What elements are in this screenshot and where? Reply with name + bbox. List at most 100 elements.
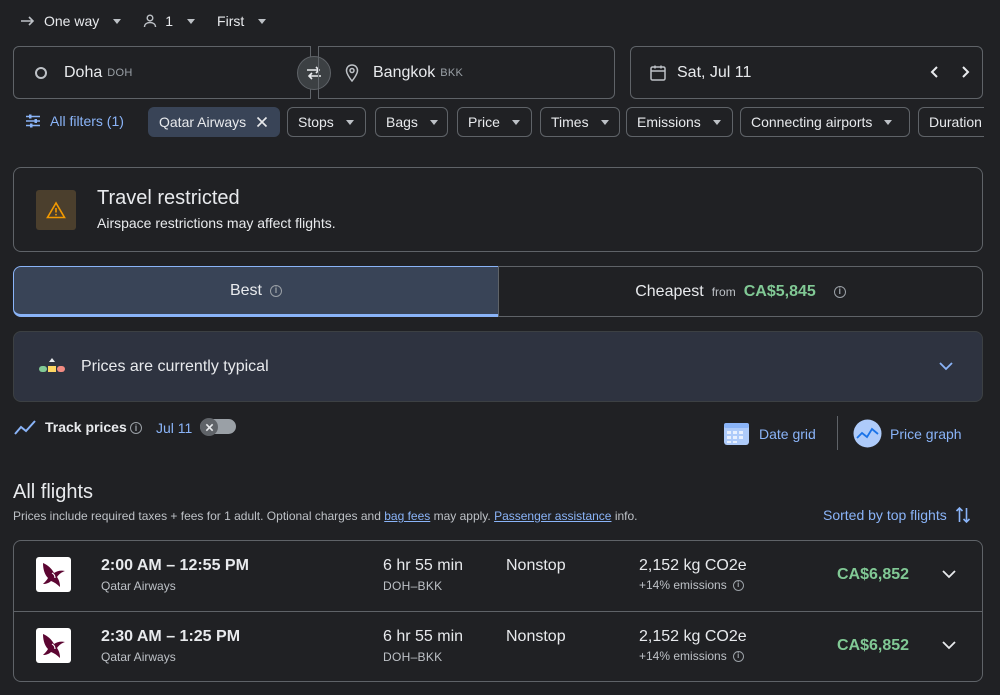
- tab-best[interactable]: Best i: [13, 266, 499, 317]
- warning-icon: [46, 201, 66, 219]
- flight-price: CA$6,852: [837, 637, 910, 654]
- chip-label: Bags: [386, 114, 418, 130]
- chip-times[interactable]: Times: [540, 107, 620, 137]
- chip-label: Price: [468, 114, 500, 130]
- date-grid-button[interactable]: Date grid: [723, 420, 816, 447]
- chip-stops[interactable]: Stops: [287, 107, 366, 137]
- flight-airline: Qatar Airways: [101, 579, 176, 593]
- price-graph-icon: [853, 419, 882, 448]
- flight-times: 2:00 AM – 12:55 PM: [101, 557, 249, 574]
- chip-label: Emissions: [637, 114, 701, 130]
- flight-row[interactable]: 2:30 AM – 1:25 PM Qatar Airways 6 hr 55 …: [14, 611, 982, 681]
- emissions-label: +14% emissions: [639, 649, 727, 663]
- departure-date: Sat, Jul 11: [677, 63, 752, 81]
- emissions-label: +14% emissions: [639, 578, 727, 592]
- chevron-down-icon: [258, 18, 267, 24]
- price-disclaimer: Prices include required taxes + fees for…: [13, 509, 638, 523]
- chevron-down-icon: [941, 568, 957, 580]
- chevron-down-icon: [712, 119, 721, 125]
- flight-co2: 2,152 kg CO2e: [639, 557, 747, 574]
- track-prices-toggle[interactable]: [200, 418, 236, 436]
- tab-cheapest-price: CA$5,845: [743, 282, 816, 300]
- info-icon[interactable]: i: [732, 650, 744, 662]
- chevron-down-icon: [941, 639, 957, 651]
- next-date-button[interactable]: [955, 62, 975, 82]
- chip-duration[interactable]: Duration: [918, 107, 984, 137]
- airline-logo: [36, 557, 71, 592]
- trip-type-select[interactable]: One way: [20, 13, 122, 29]
- chevron-down-icon: [113, 18, 122, 24]
- airline-logo: [36, 628, 71, 663]
- flight-airline: Qatar Airways: [101, 650, 176, 664]
- chip-label: Times: [551, 114, 589, 130]
- flight-route: DOH–BKK: [383, 650, 443, 664]
- flight-route: DOH–BKK: [383, 579, 443, 593]
- disclaimer-prefix: Prices include required taxes + fees for…: [13, 509, 385, 523]
- chip-emissions[interactable]: Emissions: [626, 107, 733, 137]
- chip-bags[interactable]: Bags: [375, 107, 448, 137]
- warning-icon-box: [36, 190, 76, 230]
- info-icon[interactable]: i: [833, 285, 846, 298]
- flight-duration: 6 hr 55 min: [383, 557, 464, 574]
- info-icon[interactable]: i: [130, 422, 142, 434]
- close-icon[interactable]: [256, 116, 268, 128]
- all-flights-title: All flights: [13, 481, 94, 503]
- origin-code: DOH: [107, 66, 133, 79]
- close-icon: [205, 423, 214, 432]
- flight-row[interactable]: 2:00 AM – 12:55 PM Qatar Airways 6 hr 55…: [14, 541, 982, 611]
- toggle-knob: [200, 418, 218, 436]
- date-grid-icon: [723, 420, 750, 447]
- date-grid-label: Date grid: [759, 425, 816, 442]
- trip-options-bar: One way 1 First: [20, 10, 267, 32]
- previous-date-button[interactable]: [925, 62, 945, 82]
- restriction-message: Airspace restrictions may affect flights…: [97, 215, 336, 231]
- trip-type-label: One way: [44, 13, 100, 29]
- sort-button[interactable]: Sorted by top flights: [823, 506, 971, 524]
- origin-city: Doha: [64, 63, 103, 81]
- expand-button[interactable]: [941, 568, 957, 580]
- tab-cheapest-label: Cheapest: [635, 282, 704, 300]
- trend-line-icon: [14, 420, 36, 436]
- calendar-icon: [649, 64, 667, 82]
- origin-field[interactable]: Doha DOH: [13, 46, 311, 99]
- track-date: Jul 11: [156, 420, 193, 436]
- chip-price[interactable]: Price: [457, 107, 532, 137]
- price-insight-banner[interactable]: Prices are currently typical: [13, 331, 983, 402]
- info-icon[interactable]: i: [270, 284, 282, 297]
- chevron-down-icon: [511, 119, 520, 125]
- arrow-right-icon: [20, 15, 36, 27]
- airline-chip-label: Qatar Airways: [159, 114, 247, 130]
- passengers-select[interactable]: 1: [143, 13, 196, 29]
- toolbar-divider: [837, 416, 838, 450]
- flight-price: CA$6,852: [837, 566, 910, 583]
- destination-city: Bangkok: [373, 63, 436, 81]
- chevron-down-icon[interactable]: [937, 359, 955, 373]
- chip-label: Duration: [929, 114, 982, 130]
- passengers-count: 1: [165, 13, 174, 29]
- flight-duration: 6 hr 55 min: [383, 628, 464, 645]
- flight-emissions: +14% emissions i: [639, 578, 744, 592]
- chevron-down-icon: [429, 119, 438, 125]
- tab-cheapest[interactable]: Cheapest from CA$5,845 i: [498, 266, 983, 317]
- info-icon[interactable]: i: [732, 579, 744, 591]
- destination-field[interactable]: Bangkok BKK: [318, 46, 615, 99]
- restriction-title: Travel restricted: [97, 187, 240, 209]
- all-filters-button[interactable]: All filters (1): [25, 113, 124, 129]
- disclaimer-middle: may apply.: [430, 509, 495, 523]
- price-graph-button[interactable]: Price graph: [853, 419, 962, 448]
- price-graph-label: Price graph: [890, 425, 962, 442]
- destination-code: BKK: [440, 66, 464, 79]
- flight-times: 2:30 AM – 1:25 PM: [101, 628, 241, 645]
- tab-best-label: Best: [229, 281, 262, 299]
- chevron-down-icon: [345, 119, 354, 125]
- expand-button[interactable]: [941, 639, 957, 651]
- passenger-assistance-link[interactable]: Passenger assistance: [494, 509, 611, 523]
- filter-sliders-icon: [25, 114, 41, 128]
- chip-qatar-airways[interactable]: Qatar Airways: [148, 107, 280, 137]
- cabin-class-select[interactable]: First: [217, 13, 267, 29]
- flights-list: 2:00 AM – 12:55 PM Qatar Airways 6 hr 55…: [13, 540, 983, 682]
- chip-connecting-airports[interactable]: Connecting airports: [740, 107, 910, 137]
- sort-label: Sorted by top flights: [823, 507, 947, 523]
- bag-fees-link[interactable]: bag fees: [384, 509, 430, 523]
- chevron-down-icon: [187, 18, 196, 24]
